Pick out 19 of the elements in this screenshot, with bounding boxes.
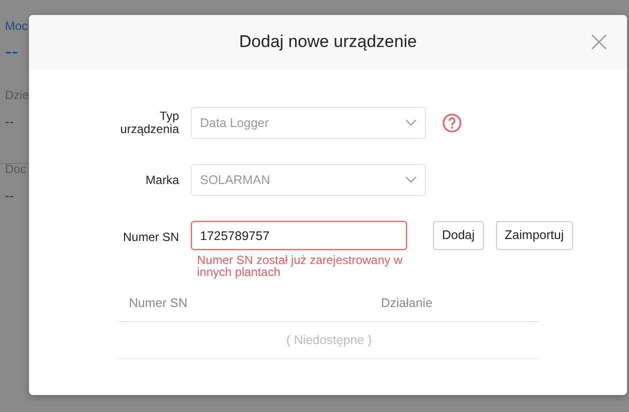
tab-label: Moc — [5, 18, 29, 34]
dialog-title: Dodaj nowe urządzenie — [239, 31, 417, 54]
error-message: Numer SN został już zarejestrowany w innych plantach — [196, 252, 404, 278]
sn-input-field[interactable]: 1725789757 — [191, 221, 407, 250]
add-button[interactable]: Dodaj — [433, 221, 484, 250]
column-header: Działanie — [381, 295, 432, 312]
value-text: -- — [5, 186, 15, 204]
column-header: Numer SN — [128, 295, 188, 312]
close-icon[interactable] — [591, 34, 607, 50]
chevron-down-icon — [405, 176, 417, 184]
help-icon[interactable] — [442, 113, 462, 133]
chevron-down-icon — [405, 119, 417, 127]
empty-message: ( Niedostępne ) — [286, 332, 372, 349]
value-text: -- — [5, 113, 15, 131]
value-text: -- — [5, 42, 20, 62]
import-button[interactable]: Zaimportuj — [496, 221, 573, 250]
field-label: Typ urządzenia — [119, 110, 179, 136]
field-label: Marka — [146, 174, 179, 186]
field-label: Numer SN — [122, 230, 179, 244]
